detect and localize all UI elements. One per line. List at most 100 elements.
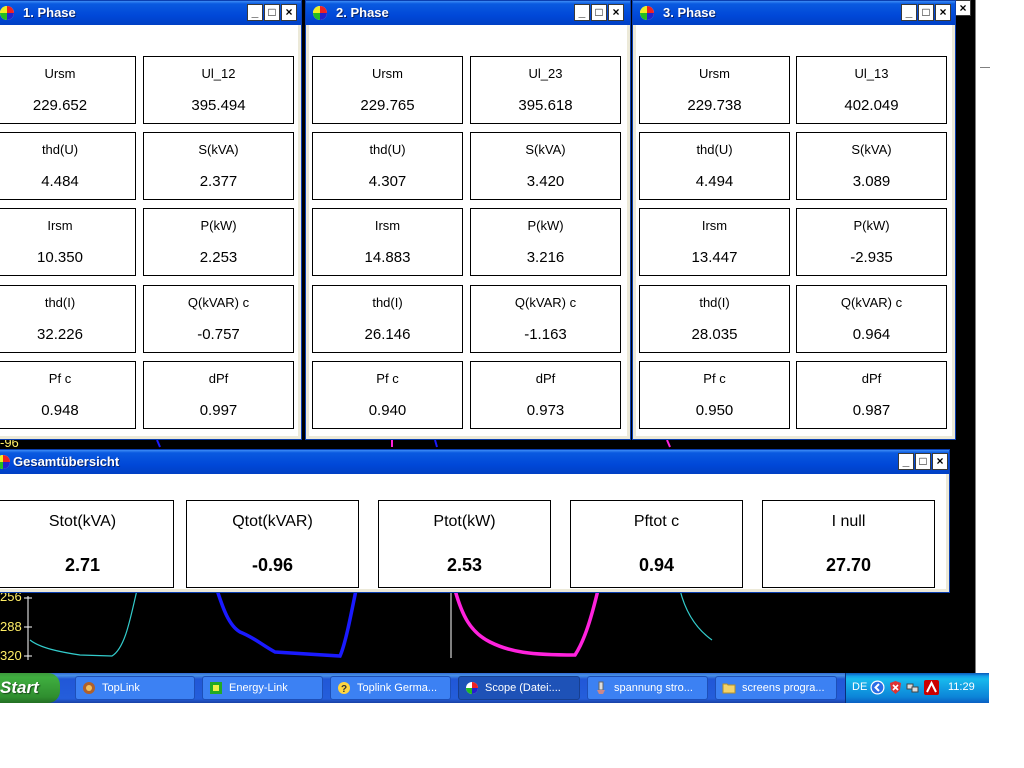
total-measurement-label: Stot(kVA) xyxy=(48,513,117,530)
minimize-button[interactable]: _ xyxy=(574,4,590,21)
measurement-value: 4.494 xyxy=(695,173,734,190)
measurement-label: S(kVA) xyxy=(851,142,892,157)
measurement-value: 402.049 xyxy=(844,97,899,114)
close-button[interactable]: × xyxy=(935,4,951,21)
measurement-cell: Pf c 0.948 xyxy=(0,361,136,429)
measurement-label: Irsm xyxy=(47,218,73,233)
measurement-label: Ul_23 xyxy=(528,66,563,81)
total-measurement-value: 2.53 xyxy=(446,555,483,575)
measurement-value: 2.377 xyxy=(199,173,238,190)
scope-close-button[interactable]: × xyxy=(955,0,971,16)
measurement-cell: Irsm 13.447 xyxy=(639,208,790,276)
measurement-value: 32.226 xyxy=(37,326,83,343)
taskbar-button[interactable]: spannung stro... xyxy=(587,676,708,700)
folder-icon xyxy=(722,683,736,694)
measurement-value: 395.618 xyxy=(518,97,573,114)
maximize-button[interactable]: □ xyxy=(591,4,607,21)
taskbar-button-label: TopLink xyxy=(102,682,140,694)
scope-y-label: 288 xyxy=(0,619,22,634)
waveform-fragment xyxy=(156,439,161,448)
measurement-cell: Ul_13 402.049 xyxy=(796,56,947,124)
measurement-label: Q(kVAR) c xyxy=(514,295,577,310)
phase-3-titlebar[interactable]: 3. Phase _ □ × xyxy=(633,1,955,25)
total-measurement-label: I null xyxy=(831,513,866,530)
total-measurement-cell: I null 27.70 xyxy=(762,500,935,588)
taskbar-button[interactable]: Energy-Link xyxy=(202,676,323,700)
taskbar-button[interactable]: screens progra... xyxy=(715,676,837,700)
tray-expand-icon[interactable] xyxy=(870,680,885,695)
measurement-label: Pf c xyxy=(376,371,399,386)
window-title: Gesamtübersicht xyxy=(13,454,120,469)
svg-text:?: ? xyxy=(341,684,347,695)
measurement-label: thd(I) xyxy=(372,295,403,310)
measurement-value: 13.447 xyxy=(691,249,738,266)
start-button[interactable]: Start xyxy=(0,673,60,703)
language-indicator[interactable]: DE xyxy=(852,681,867,693)
measurement-cell: thd(U) 4.484 xyxy=(0,132,136,200)
measurement-cell: thd(U) 4.494 xyxy=(639,132,790,200)
total-measurement-cell: Pftot c 0.94 xyxy=(570,500,743,588)
scope-icon xyxy=(466,682,478,694)
measurement-cell: Pf c 0.940 xyxy=(312,361,463,429)
measurement-value: 0.973 xyxy=(526,402,565,419)
taskbar-button[interactable]: TopLink xyxy=(75,676,195,700)
maximize-button[interactable]: □ xyxy=(915,453,931,470)
minimize-button[interactable]: _ xyxy=(898,453,914,470)
phase-1-window: 1. Phase _ □ × Ursm 229.652 Ul_12 395.494 th… xyxy=(0,0,302,440)
measurement-cell: thd(I) 28.035 xyxy=(639,285,790,353)
measurement-cell: Irsm 14.883 xyxy=(312,208,463,276)
total-measurement-value: -0.96 xyxy=(251,555,294,575)
system-tray: DE 11:29 xyxy=(845,673,989,703)
toplink-icon xyxy=(83,682,95,694)
measurement-cell: S(kVA) 3.089 xyxy=(796,132,947,200)
scope-y-label: 320 xyxy=(0,648,22,663)
waveform-cyan-2 xyxy=(679,589,713,641)
measurement-label: Ursm xyxy=(371,66,404,81)
minimize-button[interactable]: _ xyxy=(247,4,263,21)
window-title: 2. Phase xyxy=(336,5,389,20)
close-button[interactable]: × xyxy=(608,4,624,21)
taskbar-button-label: screens progra... xyxy=(742,682,825,694)
measurement-value: 0.997 xyxy=(199,402,238,419)
antivirus-icon[interactable] xyxy=(924,680,939,695)
phase-1-titlebar[interactable]: 1. Phase _ □ × xyxy=(0,1,301,25)
measurement-cell: dPf 0.973 xyxy=(470,361,621,429)
phase-2-titlebar[interactable]: 2. Phase _ □ × xyxy=(306,1,630,25)
maximize-button[interactable]: □ xyxy=(264,4,280,21)
measurement-label: dPf xyxy=(535,371,556,386)
measurement-value: 26.146 xyxy=(364,326,411,343)
taskbar-button[interactable]: Scope (Datei:... xyxy=(458,676,580,700)
measurement-cell: dPf 0.997 xyxy=(143,361,294,429)
close-button[interactable]: × xyxy=(932,453,948,470)
measurement-label: dPf xyxy=(861,371,882,386)
clock[interactable]: 11:29 xyxy=(948,681,975,693)
measurement-cell: S(kVA) 2.377 xyxy=(143,132,294,200)
network-icon[interactable] xyxy=(905,680,920,695)
measurement-label: P(kW) xyxy=(527,218,564,233)
overview-titlebar[interactable]: Gesamtübersicht _ □ × xyxy=(0,450,949,474)
waveform-cyan xyxy=(29,589,138,657)
total-measurement-cell: Stot(kVA) 2.71 xyxy=(0,500,174,588)
measurement-label: S(kVA) xyxy=(525,142,566,157)
measurement-cell: P(kW) 2.253 xyxy=(143,208,294,276)
paint-icon xyxy=(597,681,605,694)
measurement-value: 229.765 xyxy=(360,97,415,114)
taskbar-button[interactable]: ? Toplink Germa... xyxy=(330,676,451,700)
window-title: 3. Phase xyxy=(663,5,716,20)
measurement-value: 0.964 xyxy=(852,326,891,343)
measurement-label: thd(U) xyxy=(696,142,733,157)
measurement-value: 0.948 xyxy=(41,402,79,419)
security-shield-icon[interactable] xyxy=(888,680,903,695)
energy-link-icon xyxy=(210,682,222,694)
measurement-value: 3.216 xyxy=(526,249,565,266)
measurement-label: Pf c xyxy=(48,371,72,386)
measurement-label: P(kW) xyxy=(200,218,237,233)
close-button[interactable]: × xyxy=(281,4,297,21)
measurement-label: Ursm xyxy=(44,66,76,81)
measurement-value: 28.035 xyxy=(691,326,738,343)
measurement-cell: Q(kVAR) c -0.757 xyxy=(143,285,294,353)
maximize-button[interactable]: □ xyxy=(918,4,934,21)
total-measurement-label: Pftot c xyxy=(633,513,680,530)
minimize-button[interactable]: _ xyxy=(901,4,917,21)
measurement-label: Pf c xyxy=(703,371,726,386)
